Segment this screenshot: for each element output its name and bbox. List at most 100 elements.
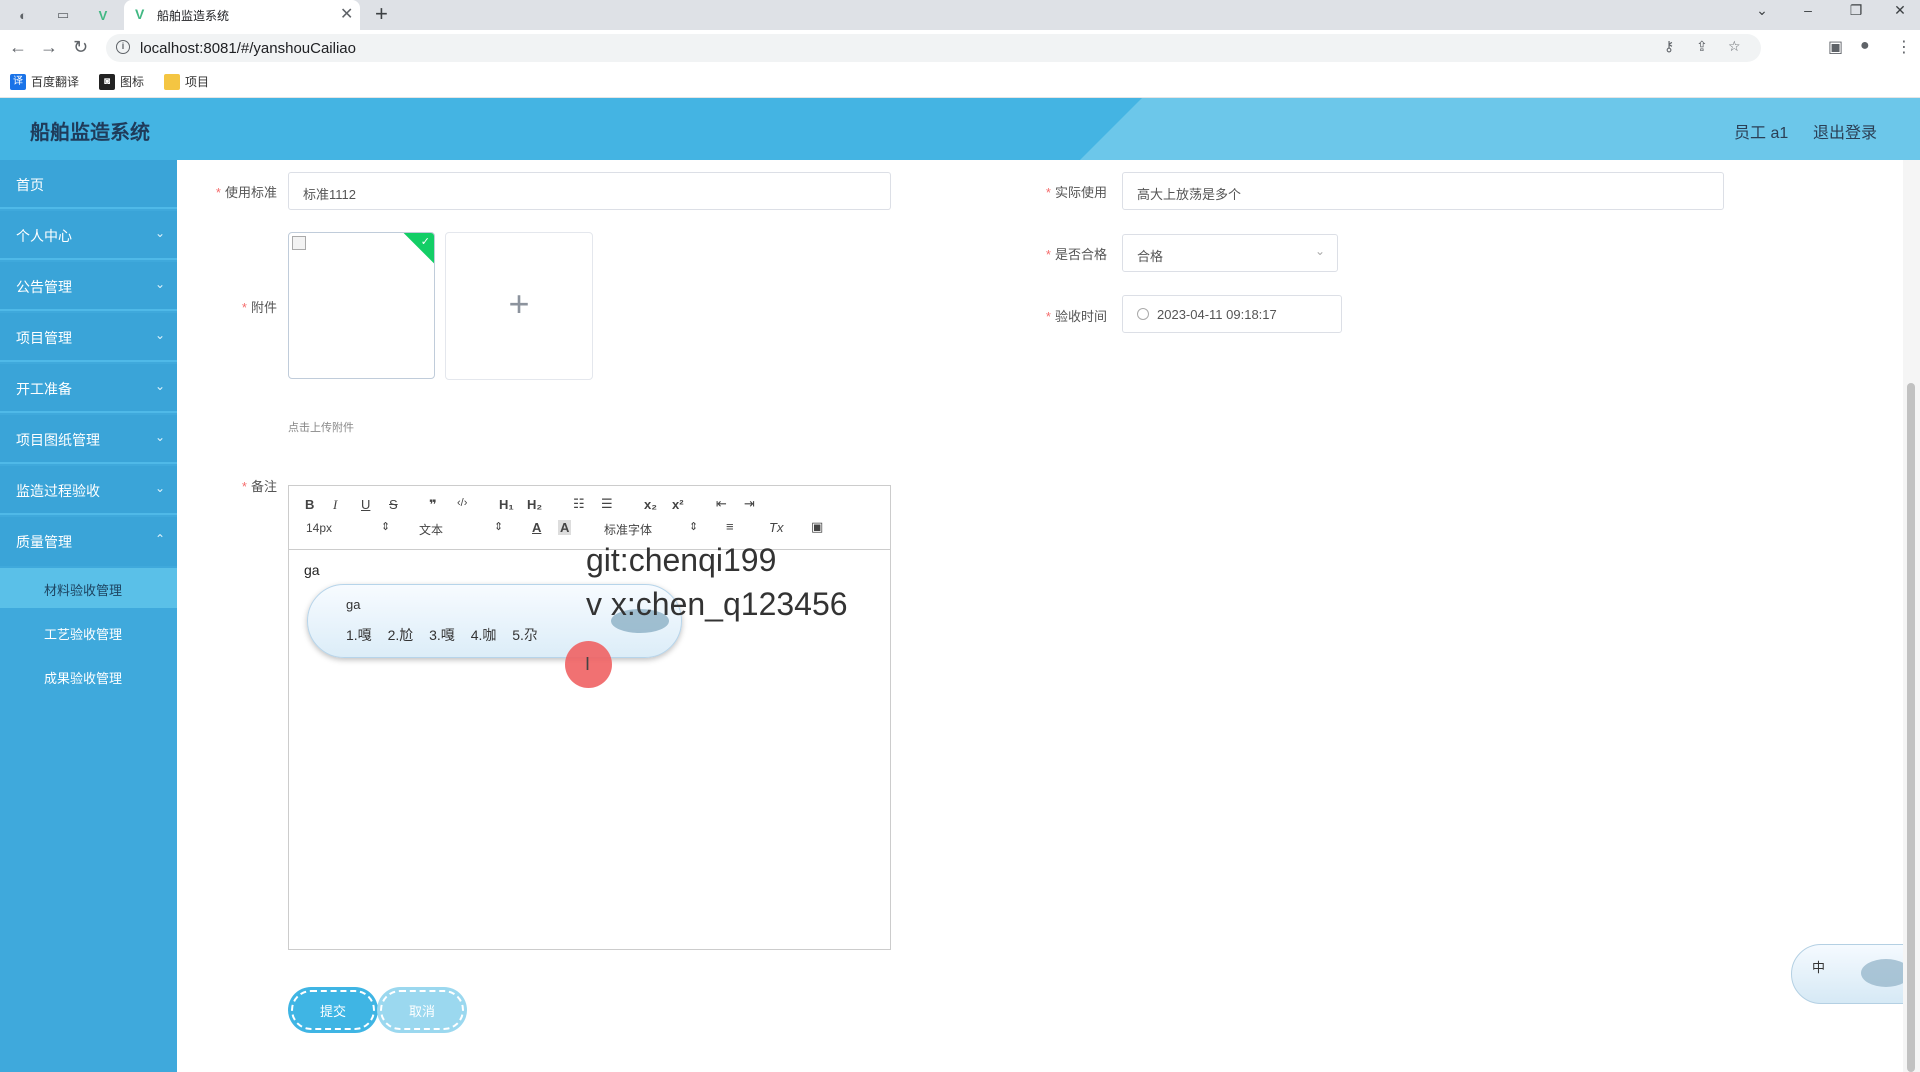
- sidebar-subitem-label: 成果验收管理: [44, 671, 123, 686]
- sidebar-item-quality[interactable]: 质量管理 ⌃: [0, 517, 177, 566]
- label-text: 验收时间: [1054, 309, 1107, 324]
- superscript-button[interactable]: x²: [672, 497, 684, 512]
- standard-input[interactable]: 标准1112: [288, 172, 891, 210]
- star-icon[interactable]: ☆: [1728, 38, 1741, 55]
- sidebar-item-drawings[interactable]: 项目图纸管理 ⌄: [0, 415, 177, 464]
- sidebar-item-profile[interactable]: 个人中心 ⌄: [0, 211, 177, 260]
- sidebar-item-notice[interactable]: 公告管理 ⌄: [0, 262, 177, 311]
- header-format-select[interactable]: 文本: [419, 521, 443, 538]
- label-text: 使用标准: [224, 185, 277, 200]
- vue-logo-icon[interactable]: V: [92, 5, 114, 25]
- required-mark: *: [1045, 247, 1051, 262]
- attachment-label: * 附件: [207, 297, 277, 316]
- inspect-time-picker[interactable]: 2023-04-11 09:18:17: [1122, 295, 1342, 333]
- share-icon[interactable]: ⇪: [1696, 38, 1708, 55]
- sidebar-item-project[interactable]: 项目管理 ⌄: [0, 313, 177, 362]
- window-close-icon[interactable]: ✕: [1888, 2, 1912, 19]
- forward-icon[interactable]: →: [40, 37, 58, 58]
- actual-use-input[interactable]: 高大上放荡是多个: [1122, 172, 1724, 210]
- code-block-button[interactable]: ‹/›: [457, 497, 467, 509]
- sidebar: 首页 个人中心 ⌄ 公告管理 ⌄ 项目管理 ⌄ 开工准备 ⌄ 项目图纸管理 ⌄ …: [0, 160, 177, 1072]
- background-color-button[interactable]: A: [558, 520, 572, 535]
- overlay-git-text: git:chenqi199: [586, 542, 777, 578]
- current-user: 员工 a1: [1734, 125, 1789, 142]
- close-icon[interactable]: ✕: [340, 4, 353, 24]
- editor-content[interactable]: ga: [304, 562, 320, 578]
- bookmark-label: 百度翻译: [31, 75, 80, 89]
- chevron-down-icon: ⌄: [154, 277, 165, 291]
- outdent-button[interactable]: ⇤: [716, 496, 727, 512]
- select-value: 合格: [1137, 249, 1164, 264]
- sidebar-item-label: 公告管理: [16, 279, 72, 295]
- tab-search-icon[interactable]: ⌄: [1750, 2, 1774, 19]
- back-icon[interactable]: ←: [9, 37, 27, 58]
- sidebar-subitem-material[interactable]: 材料验收管理: [0, 568, 177, 608]
- info-icon[interactable]: i: [116, 40, 130, 54]
- qualified-select[interactable]: 合格 ⌄: [1122, 234, 1338, 272]
- header2-button[interactable]: H₂: [527, 497, 542, 512]
- app-title: 船舶监造系统: [30, 122, 150, 144]
- sidebar-subitem-label: 工艺验收管理: [44, 627, 123, 642]
- minimize-icon[interactable]: –: [1796, 2, 1820, 18]
- broken-image-icon: [292, 236, 306, 250]
- logout-link[interactable]: 退出登录: [1813, 119, 1877, 143]
- translate-icon: 译: [10, 73, 26, 90]
- sidebar-item-process[interactable]: 监造过程验收 ⌄: [0, 466, 177, 515]
- cancel-button[interactable]: 取消: [380, 990, 464, 1030]
- overlay-wechat-text: v x:chen_q123456: [586, 586, 848, 622]
- ordered-list-button[interactable]: ☷: [573, 496, 585, 512]
- blank-tab-icon[interactable]: ▭: [52, 5, 74, 25]
- text-color-button[interactable]: A: [532, 520, 541, 535]
- plus-icon: +: [508, 283, 530, 324]
- bullet-list-button[interactable]: ☰: [601, 496, 613, 512]
- chevron-down-icon: ⌄: [154, 430, 165, 444]
- sidepanel-icon[interactable]: ▣: [1828, 37, 1843, 57]
- clock-icon: [1137, 308, 1149, 320]
- ime-candidates[interactable]: 1.嘎 2.尬 3.嘎 4.咖 5.尕: [346, 625, 538, 645]
- strike-button[interactable]: S: [389, 497, 398, 512]
- menu-icon[interactable]: ⋮: [1896, 37, 1912, 57]
- bookmark-icons[interactable]: ◙ 图标: [99, 73, 144, 90]
- key-icon[interactable]: ⚷: [1664, 38, 1674, 55]
- header1-button[interactable]: H₁: [499, 497, 514, 512]
- globe-icon[interactable]: ◐: [12, 5, 34, 25]
- sidebar-subitem-craft[interactable]: 工艺验收管理: [0, 612, 177, 652]
- bold-button[interactable]: B: [305, 497, 314, 512]
- url-text[interactable]: localhost:8081/#/yanshouCailiao: [140, 40, 356, 57]
- clean-format-button[interactable]: Tx: [769, 520, 783, 535]
- label-text: 是否合格: [1054, 247, 1107, 262]
- font-size-select[interactable]: 14px: [306, 521, 332, 535]
- chevron-up-icon: ⌃: [154, 532, 165, 546]
- profile-icon[interactable]: ●: [1860, 37, 1870, 55]
- underline-button[interactable]: U: [361, 497, 370, 512]
- indent-button[interactable]: ⇥: [744, 496, 755, 512]
- sidebar-item-home[interactable]: 首页: [0, 160, 177, 209]
- restore-icon[interactable]: ❐: [1844, 2, 1868, 19]
- image-button[interactable]: ▣: [811, 519, 823, 535]
- upload-trigger[interactable]: +: [445, 232, 593, 380]
- align-button[interactable]: ≡: [726, 519, 734, 534]
- bookmark-translate[interactable]: 译 百度翻译: [10, 73, 79, 90]
- sidebar-subitem-result[interactable]: 成果验收管理: [0, 656, 177, 696]
- editor-toolbar: B I U S ❞ ‹/› H₁ H₂ ☷ ☰ x₂ x² ⇤ ⇥ 14px ⇕…: [289, 486, 890, 550]
- chevron-down-icon: ⌄: [154, 226, 165, 240]
- subscript-button[interactable]: x₂: [644, 497, 657, 512]
- url-field[interactable]: i localhost:8081/#/yanshouCailiao ☆ ⇪ ⚷: [106, 34, 1761, 62]
- new-tab-button[interactable]: +: [375, 1, 388, 27]
- label-text: 备注: [250, 479, 277, 494]
- folder-icon: [164, 73, 180, 90]
- italic-button[interactable]: I: [333, 497, 337, 513]
- reload-icon[interactable]: ↻: [73, 37, 88, 58]
- sidebar-item-label: 开工准备: [16, 381, 72, 397]
- sidebar-item-label: 项目管理: [16, 330, 72, 346]
- bookmark-project[interactable]: 项目: [164, 73, 209, 90]
- scrollbar-thumb[interactable]: [1907, 383, 1915, 1072]
- image-icon: ◙: [99, 73, 115, 90]
- font-family-select[interactable]: 标准字体: [604, 521, 652, 538]
- sidebar-item-prepare[interactable]: 开工准备 ⌄: [0, 364, 177, 413]
- uploaded-file-card[interactable]: ✓: [288, 232, 435, 379]
- tab-title: 船舶监造系统: [157, 9, 230, 23]
- submit-button[interactable]: 提交: [291, 990, 375, 1030]
- ime-status-bar[interactable]: 中: [1791, 944, 1920, 1004]
- blockquote-button[interactable]: ❞: [429, 497, 437, 513]
